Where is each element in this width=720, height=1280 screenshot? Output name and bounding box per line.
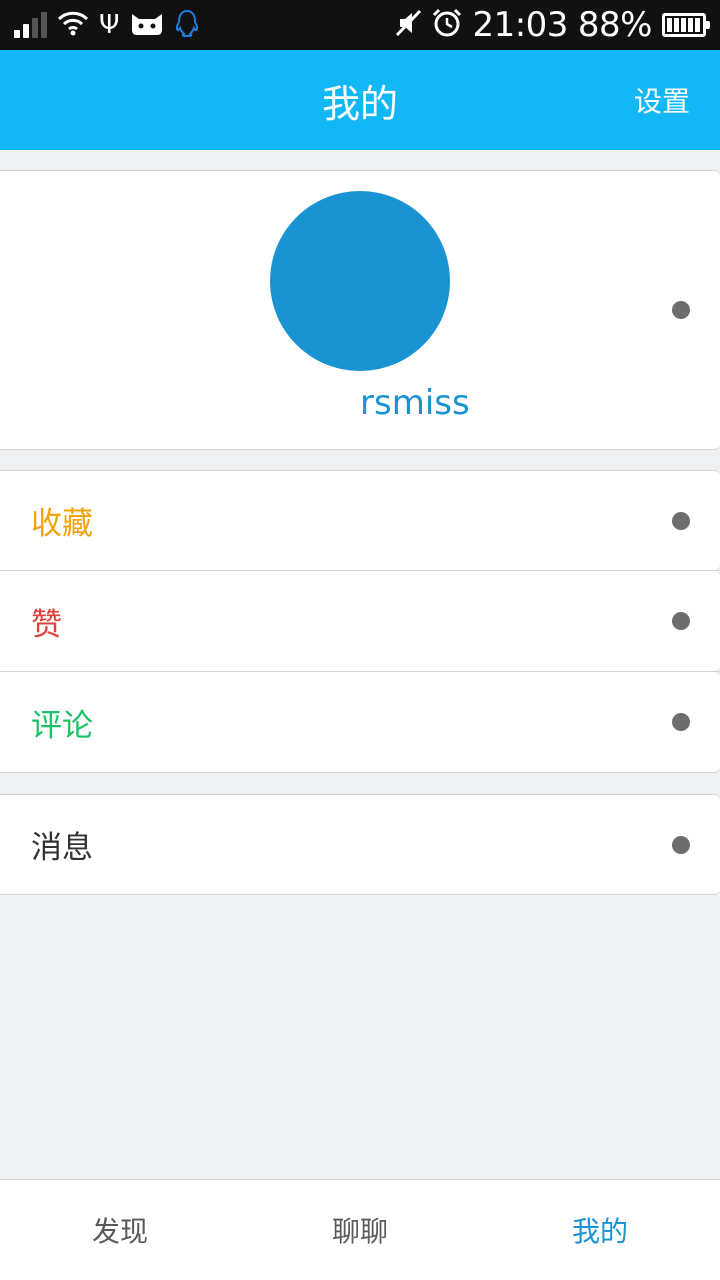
chevron-dot-icon <box>672 512 690 530</box>
menu-item-comments[interactable]: 评论 <box>0 671 720 773</box>
wifi-icon <box>57 10 89 41</box>
menu-item-label: 消息 <box>31 830 93 866</box>
chevron-dot-icon <box>672 612 690 630</box>
menu-item-label: 评论 <box>31 707 93 744</box>
status-bar-left: Ψ <box>14 9 199 42</box>
battery-icon <box>662 13 710 37</box>
status-bar-right: 21:03 88% <box>394 5 710 45</box>
settings-button[interactable]: 设置 <box>634 50 690 150</box>
chevron-dot-icon <box>672 713 690 731</box>
username: rsmiss <box>360 383 470 423</box>
tab-mine[interactable]: 我的 <box>480 1180 720 1280</box>
chevron-dot-icon <box>672 836 690 854</box>
tab-chat[interactable]: 聊聊 <box>240 1180 480 1280</box>
avatar[interactable] <box>270 191 450 371</box>
profile-card[interactable]: rsmiss <box>0 170 720 450</box>
tab-discover[interactable]: 发现 <box>0 1180 240 1280</box>
cat-icon <box>129 10 165 41</box>
menu-item-label: 收藏 <box>31 506 93 542</box>
menu-item-likes[interactable]: 赞 <box>0 570 720 672</box>
divider <box>20 671 720 672</box>
signal-icon <box>14 12 47 38</box>
battery-percent: 88% <box>577 5 653 45</box>
bottom-nav: 发现 聊聊 我的 <box>0 1179 720 1280</box>
divider <box>20 570 720 571</box>
menu-item-favorites[interactable]: 收藏 <box>0 470 720 571</box>
title-bar: 我的 设置 <box>0 50 720 150</box>
qq-penguin-icon <box>175 9 199 42</box>
menu-item-messages[interactable]: 消息 <box>0 794 720 895</box>
mute-icon <box>394 9 422 42</box>
chevron-dot-icon <box>672 301 690 319</box>
status-bar: Ψ 21:03 88% <box>0 0 720 50</box>
menu-item-label: 赞 <box>31 606 62 643</box>
clock-time: 21:03 <box>472 5 568 45</box>
usb-icon: Ψ <box>99 10 120 40</box>
page-title: 我的 <box>321 81 398 126</box>
alarm-icon <box>432 8 462 43</box>
